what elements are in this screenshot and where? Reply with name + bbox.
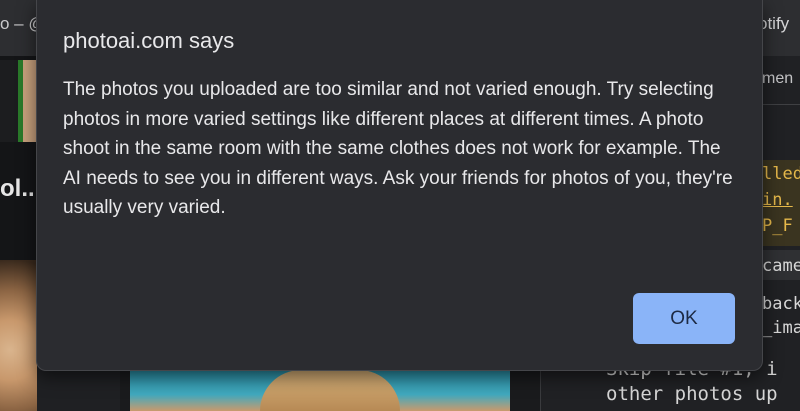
- devtools-code-line: lled: [762, 164, 800, 184]
- devtools-tab-elements[interactable]: men: [762, 70, 793, 88]
- portrait-photo: [0, 260, 37, 411]
- console-line: other photos up: [606, 383, 778, 405]
- devtools-divider: [762, 104, 800, 105]
- thumbnail-image: [0, 60, 37, 142]
- devtools-code-line: _ima: [762, 318, 800, 338]
- ok-button[interactable]: OK: [633, 293, 735, 344]
- devtools-code-line: came: [762, 256, 800, 276]
- devtools-code-line[interactable]: in.: [762, 190, 793, 210]
- dialog-title: photoai.com says: [63, 28, 235, 53]
- uploaded-photo-subject: [260, 370, 400, 411]
- dialog-message: The photos you uploaded are too similar …: [63, 79, 733, 219]
- alert-dialog: photoai.com says The photos you uploaded…: [36, 0, 763, 371]
- devtools-code-line: P_F: [762, 216, 793, 236]
- devtools-code-line: back: [762, 294, 800, 314]
